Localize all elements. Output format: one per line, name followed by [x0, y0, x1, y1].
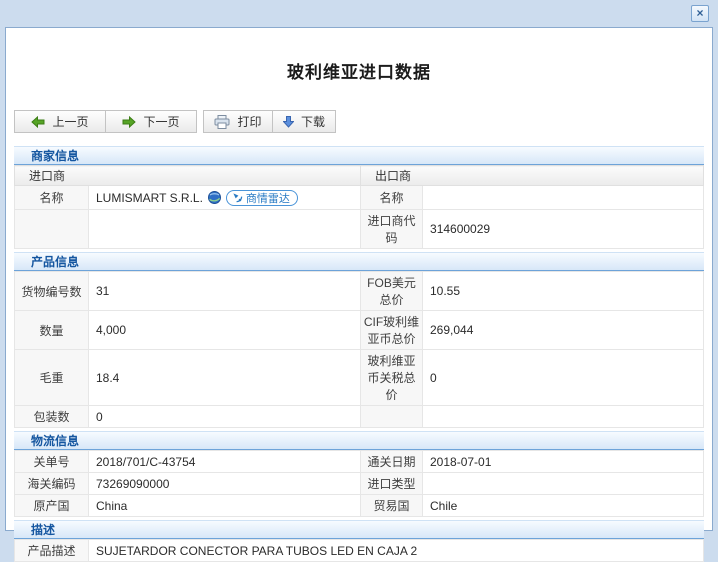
field-value: 10.55	[422, 271, 704, 311]
field-label: 原产国	[14, 494, 89, 517]
table-row: 产品描述 SUJETARDOR CONECTOR PARA TUBOS LED …	[14, 539, 704, 562]
field-value: 0	[422, 349, 704, 406]
logistics-section-header: 物流信息	[14, 431, 704, 450]
field-value	[422, 405, 704, 428]
field-label: 毛重	[14, 349, 89, 406]
merchant-section-header: 商家信息	[14, 146, 704, 165]
table-row: 毛重 18.4 玻利维亚币关税总价 0	[14, 349, 704, 406]
field-value: 4,000	[88, 310, 361, 350]
prev-page-button[interactable]: 上一页	[14, 110, 106, 133]
download-label: 下载	[300, 115, 325, 129]
field-label: 货物编号数	[14, 271, 89, 311]
section-description: 描述 产品描述 SUJETARDOR CONECTOR PARA TUBOS L…	[14, 520, 704, 562]
download-button[interactable]: 下载	[272, 110, 336, 133]
table-row: 原产国 China 贸易国 Chile	[14, 494, 704, 517]
field-value: 18.4	[88, 349, 361, 406]
detail-tables: 商家信息 进口商 出口商 名称 LUMISMART S.R.L. 商情雷达 名称…	[13, 146, 704, 562]
table-row: 包装数 0	[14, 405, 704, 428]
page-title: 玻利维亚进口数据	[287, 63, 431, 82]
field-value: 31	[88, 271, 361, 311]
empty-value-cell	[87, 209, 362, 249]
arrow-right-icon	[122, 115, 137, 128]
section-product-info: 产品信息 货物编号数 31 FOB美元总价 10.55 数量 4,000 CIF…	[14, 252, 704, 428]
field-label: 包装数	[14, 405, 89, 428]
prev-page-label: 上一页	[52, 115, 89, 129]
close-icon: ×	[696, 6, 704, 20]
next-page-label: 下一页	[143, 115, 180, 129]
importer-code-value: 314600029	[422, 209, 704, 249]
print-button[interactable]: 打印	[203, 110, 273, 133]
field-value: Chile	[422, 494, 704, 517]
field-label: 关单号	[14, 450, 89, 473]
product-description-value: SUJETARDOR CONECTOR PARA TUBOS LED EN CA…	[88, 539, 704, 562]
empty-label-cell	[14, 209, 89, 249]
table-row: 关单号 2018/701/C-43754 通关日期 2018-07-01	[14, 450, 704, 473]
importer-column-header: 进口商	[13, 165, 362, 186]
field-label: 通关日期	[360, 450, 423, 473]
dialog-panel: 玻利维亚进口数据 上一页 下一页 打印 下载 商家信息 进口商 出口商 名称 L…	[5, 27, 713, 562]
radar-badge-label: 商情雷达	[245, 192, 290, 205]
globe-icon[interactable]	[207, 191, 221, 204]
arrow-left-icon	[31, 115, 45, 128]
importer-name-label: 名称	[14, 185, 89, 210]
section-logistics-info: 物流信息 关单号 2018/701/C-43754 通关日期 2018-07-0…	[14, 431, 704, 517]
field-value: 269,044	[422, 310, 704, 350]
close-button[interactable]: ×	[691, 5, 709, 22]
field-value: China	[88, 494, 361, 517]
download-arrow-icon	[282, 115, 294, 128]
table-row: 数量 4,000 CIF玻利维亚币总价 269,044	[14, 310, 704, 350]
radar-icon	[232, 192, 243, 203]
radar-badge[interactable]: 商情雷达	[225, 189, 298, 206]
table-row: 海关编码 73269090000 进口类型	[14, 472, 704, 495]
field-value: 73269090000	[88, 472, 361, 495]
field-label	[360, 405, 423, 428]
product-section-header: 产品信息	[14, 252, 704, 271]
field-label: 玻利维亚币关税总价	[360, 349, 423, 406]
field-value	[422, 472, 704, 495]
description-section-header: 描述	[14, 520, 704, 539]
next-page-button[interactable]: 下一页	[105, 110, 197, 133]
printer-icon	[214, 114, 230, 129]
field-value: 2018-07-01	[422, 450, 704, 473]
field-label: 数量	[14, 310, 89, 350]
toolbar: 上一页 下一页 打印 下载	[14, 110, 712, 133]
exporter-name-value	[422, 185, 704, 210]
exporter-name-label: 名称	[360, 185, 424, 210]
field-label: 进口类型	[360, 472, 423, 495]
field-label: 海关编码	[14, 472, 89, 495]
window-frame-titlebar: ×	[0, 0, 718, 27]
exporter-column-header: 出口商	[360, 165, 704, 186]
field-value: 0	[88, 405, 361, 428]
field-label: FOB美元总价	[360, 271, 423, 311]
importer-code-label: 进口商代码	[360, 209, 424, 249]
field-value: 2018/701/C-43754	[88, 450, 361, 473]
section-merchant-info: 商家信息 进口商 出口商 名称 LUMISMART S.R.L. 商情雷达 名称…	[13, 146, 704, 249]
product-description-label: 产品描述	[14, 539, 89, 562]
field-label: 贸易国	[360, 494, 423, 517]
field-label: CIF玻利维亚币总价	[360, 310, 423, 350]
importer-name-value: LUMISMART S.R.L.	[96, 190, 203, 205]
table-row: 货物编号数 31 FOB美元总价 10.55	[14, 271, 704, 311]
print-label: 打印	[237, 115, 262, 129]
